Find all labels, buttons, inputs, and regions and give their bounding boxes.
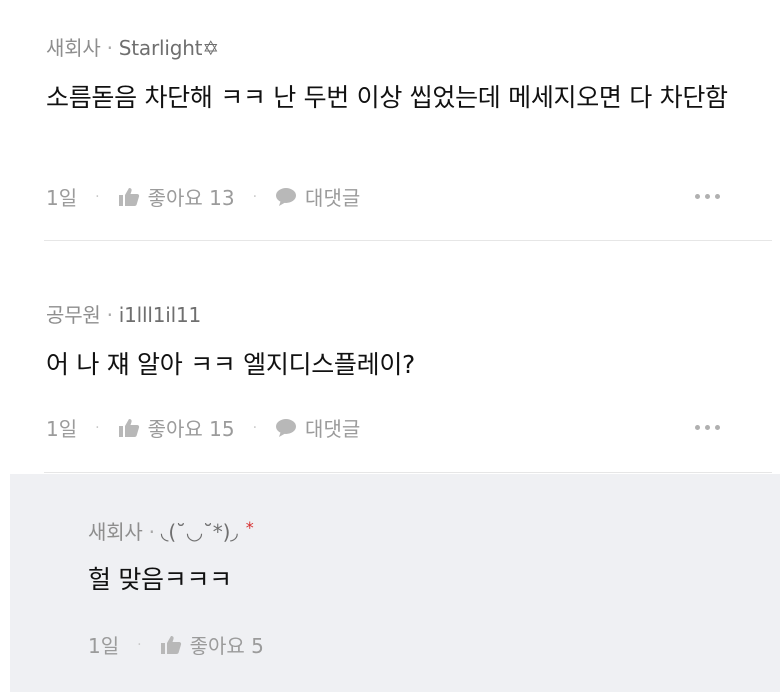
more-dot: [705, 425, 710, 430]
meta-separator: ·: [148, 520, 155, 544]
comment-text: 소름돋음 차단해 ㅋㅋ 난 두번 이상 씹었는데 메세지오면 다 차단함: [46, 83, 728, 112]
meta-separator: ·: [106, 36, 113, 60]
more-button[interactable]: [695, 194, 720, 199]
comment-actions: 1일 · 좋아요 15 · 대댓글: [46, 413, 360, 442]
author-nickname[interactable]: ◟(˘◡˘*)◞: [161, 520, 238, 544]
like-button[interactable]: 좋아요 5: [160, 630, 264, 659]
reply-label: 대댓글: [305, 186, 361, 210]
reply-button[interactable]: 대댓글: [275, 182, 360, 211]
more-dot: [715, 194, 720, 199]
comment-actions: 1일 · 좋아요 5: [88, 630, 264, 659]
meta-separator: ·: [106, 303, 113, 327]
like-button[interactable]: 좋아요 15: [118, 413, 235, 442]
comment-time: 1일: [46, 417, 78, 441]
like-button[interactable]: 좋아요 13: [118, 182, 235, 211]
speech-bubble-icon: [276, 187, 297, 206]
like-count-label: 좋아요 15: [147, 417, 235, 441]
comment-meta: 새회사 · ◟(˘◡˘*)◞ *: [88, 516, 254, 545]
comment-time: 1일: [46, 186, 78, 210]
comment-meta: 공무원 · i1lll1il11: [46, 299, 201, 328]
author-company: 공무원: [46, 303, 101, 327]
author-nickname[interactable]: i1lll1il11: [119, 303, 201, 327]
action-separator: ·: [252, 419, 258, 436]
thumbs-up-icon: [160, 635, 181, 654]
more-dot: [705, 194, 710, 199]
more-dots-icon: [695, 425, 700, 430]
author-company: 새회사: [88, 520, 143, 544]
author-company: 새회사: [46, 36, 101, 60]
thumbs-up-icon: [118, 418, 139, 437]
author-nickname[interactable]: Starlight✡: [119, 36, 219, 60]
comment-text: 어 나 쟤 알아 ㅋㅋ 엘지디스플레이?: [46, 350, 416, 379]
more-dot: [715, 425, 720, 430]
reply-button[interactable]: 대댓글: [275, 413, 360, 442]
comment-item: 새회사 · Starlight✡ 소름돋음 차단해 ㅋㅋ 난 두번 이상 씹었는데 …: [0, 0, 780, 240]
like-count-label: 좋아요 5: [189, 634, 264, 658]
divider: [44, 472, 772, 473]
comment-item: 공무원 · i1lll1il11 어 나 쟤 알아 ㅋㅋ 엘지디스플레이? 1일 ·…: [0, 241, 780, 473]
action-separator: ·: [95, 419, 100, 436]
reply-item: 새회사 · ◟(˘◡˘*)◞ * 헐 맞음ㅋㅋㅋ 1일 · 좋아요 5: [10, 474, 780, 692]
thumbs-up-icon: [118, 187, 139, 206]
action-separator: ·: [95, 188, 100, 205]
comment-actions: 1일 · 좋아요 13 · 대댓글: [46, 182, 360, 211]
comment-meta: 새회사 · Starlight✡: [46, 32, 219, 61]
author-badge: *: [245, 518, 254, 537]
speech-bubble-icon: [276, 418, 297, 437]
action-separator: ·: [137, 636, 142, 653]
more-button[interactable]: [695, 425, 720, 430]
comment-time: 1일: [88, 634, 120, 658]
action-separator: ·: [252, 188, 258, 205]
reply-label: 대댓글: [305, 417, 361, 441]
like-count-label: 좋아요 13: [147, 186, 235, 210]
comment-text: 헐 맞음ㅋㅋㅋ: [88, 565, 232, 594]
more-dots-icon: [695, 194, 700, 199]
